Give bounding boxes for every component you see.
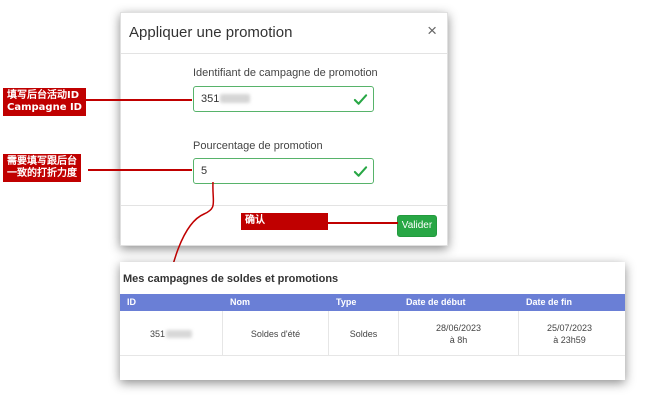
cell-start-date: 28/06/2023 à 8h	[398, 311, 518, 356]
cell-id-value: 351	[149, 328, 166, 339]
annotation-text: 确认	[245, 215, 265, 226]
end-time-value: à 23h59	[553, 334, 586, 345]
annotation-line	[328, 222, 398, 224]
check-icon	[353, 94, 368, 105]
campaign-id-label: Identifiant de campagne de promotion	[193, 67, 378, 79]
modal-title: Appliquer une promotion	[129, 24, 293, 41]
annotation-text: 一致的打折力度	[7, 168, 77, 179]
annotation-text: 需要填写跟后台	[7, 156, 77, 167]
campaign-id-input[interactable]: 351	[193, 86, 374, 112]
check-icon	[353, 166, 368, 177]
annotation-confirm: 确认	[241, 213, 328, 230]
annotation-text: 填写后台活动ID	[7, 90, 80, 101]
percentage-label: Pourcentage de promotion	[193, 140, 323, 152]
modal-header: Appliquer une promotion ×	[121, 13, 447, 54]
start-time-value: à 8h	[449, 334, 468, 345]
annotation-discount: 需要填写跟后台 一致的打折力度	[3, 154, 81, 182]
end-date-value: 25/07/2023	[546, 322, 593, 333]
column-header-id: ID	[127, 297, 136, 307]
column-header-type: Type	[336, 297, 357, 307]
campaigns-panel: Mes campagnes de soldes et promotions ID…	[120, 262, 625, 380]
column-header-nom: Nom	[230, 297, 250, 307]
campaign-id-value: 351	[201, 93, 220, 105]
column-header-start-date: Date de début	[406, 297, 466, 307]
apply-promotion-modal: Appliquer une promotion × Identifiant de…	[120, 12, 448, 246]
table-row[interactable]: 351 Soldes d'été Soldes 28/06/2023 à 8h …	[120, 311, 625, 356]
annotation-line	[80, 99, 192, 101]
close-icon[interactable]: ×	[427, 22, 437, 39]
column-header-end-date: Date de fin	[526, 297, 573, 307]
percentage-value: 5	[201, 165, 208, 177]
cell-type: Soldes	[328, 311, 398, 356]
cell-name: Soldes d'été	[222, 311, 328, 356]
panel-title: Mes campagnes de soldes et promotions	[123, 273, 339, 285]
cell-end-date: 25/07/2023 à 23h59	[518, 311, 620, 356]
redacted-blur	[166, 329, 193, 338]
cell-id: 351	[120, 311, 222, 356]
table-header: ID Nom Type Date de début Date de fin	[120, 294, 625, 311]
cell-name-value: Soldes d'été	[250, 328, 301, 339]
annotation-text: Campagne ID	[7, 102, 82, 113]
cell-type-value: Soldes	[349, 328, 378, 339]
redacted-blur	[220, 94, 251, 103]
percentage-input[interactable]: 5	[193, 158, 374, 184]
valider-button[interactable]: Valider	[397, 215, 437, 237]
annotation-line	[88, 169, 192, 171]
start-date-value: 28/06/2023	[435, 322, 482, 333]
annotation-campaign-id: 填写后台活动ID Campagne ID	[3, 88, 86, 116]
